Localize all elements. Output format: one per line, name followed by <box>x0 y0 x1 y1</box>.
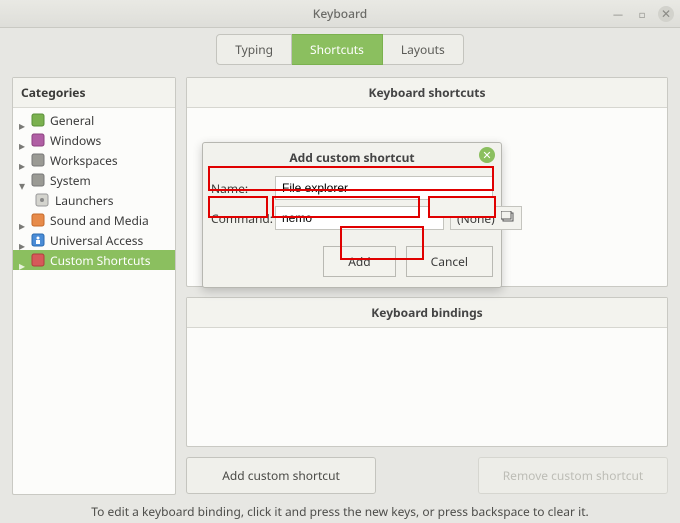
sidebar-item-label: Windows <box>50 132 101 149</box>
add-custom-shortcut-dialog: Add custom shortcut ✕ Name: Command: (No… <box>202 142 502 288</box>
dialog-buttons: Add Cancel <box>203 246 501 287</box>
spacer <box>386 457 468 494</box>
cancel-button[interactable]: Cancel <box>406 246 493 277</box>
window-title: Keyboard <box>313 5 367 22</box>
categories-panel: Categories ▸ General ▸ Windows ▸ <box>12 77 176 495</box>
bindings-list[interactable]: Keyboard bindings <box>186 297 668 447</box>
universal-icon <box>31 233 45 247</box>
sidebar-item-general[interactable]: ▸ General <box>13 110 175 130</box>
sidebar-item-label: Custom Shortcuts <box>50 252 151 269</box>
sidebar-item-label: Launchers <box>55 192 114 209</box>
chevron-right-icon: ▸ <box>19 237 26 244</box>
picker-label: (None) <box>457 210 495 227</box>
remove-custom-shortcut-button[interactable]: Remove custom shortcut <box>478 457 668 494</box>
titlebar: Keyboard — ▫ ✕ <box>0 0 680 28</box>
tab-layouts[interactable]: Layouts <box>383 34 464 65</box>
add-custom-shortcut-button[interactable]: Add custom shortcut <box>186 457 376 494</box>
chevron-right-icon: ▸ <box>19 257 26 264</box>
chevron-right-icon: ▸ <box>19 217 26 224</box>
category-icon <box>31 153 45 167</box>
sidebar-item-workspaces[interactable]: ▸ Workspaces <box>13 150 175 170</box>
sidebar-item-universal[interactable]: ▸ Universal Access <box>13 230 175 250</box>
chevron-right-icon: ▸ <box>19 117 26 124</box>
sidebar-item-label: System <box>50 172 91 189</box>
minimize-icon[interactable]: — <box>610 6 626 22</box>
command-input[interactable] <box>275 206 444 230</box>
close-icon[interactable]: ✕ <box>658 6 674 22</box>
add-button[interactable]: Add <box>323 246 395 277</box>
button-row: Add custom shortcut Remove custom shortc… <box>186 457 668 494</box>
tabstrip: Typing Shortcuts Layouts <box>0 28 680 73</box>
categories-tree: ▸ General ▸ Windows ▸ Workspaces <box>13 108 175 272</box>
category-icon <box>31 133 45 147</box>
sidebar-item-label: Workspaces <box>50 152 118 169</box>
bindings-header: Keyboard bindings <box>187 298 667 328</box>
window-controls: — ▫ ✕ <box>610 6 674 22</box>
dialog-title: Add custom shortcut ✕ <box>203 143 501 172</box>
name-input[interactable] <box>275 176 493 200</box>
dialog-name-row: Name: <box>211 176 493 200</box>
launchers-icon <box>35 193 49 207</box>
dialog-name-label: Name: <box>211 180 269 197</box>
sidebar-item-label: Universal Access <box>50 232 143 249</box>
dialog-close-icon[interactable]: ✕ <box>479 147 495 163</box>
category-icon <box>31 173 45 187</box>
command-picker-button[interactable]: (None) <box>450 206 522 230</box>
folder-icon <box>501 210 515 227</box>
chevron-down-icon: ▾ <box>19 177 26 184</box>
chevron-right-icon: ▸ <box>19 157 26 164</box>
sound-icon <box>31 213 45 227</box>
dialog-title-text: Add custom shortcut <box>289 149 414 166</box>
sidebar-item-label: General <box>50 112 94 129</box>
sidebar-item-label: Sound and Media <box>50 212 149 229</box>
sidebar-item-custom[interactable]: ▸ Custom Shortcuts <box>13 250 175 270</box>
shortcuts-header: Keyboard shortcuts <box>187 78 667 108</box>
sidebar-item-launchers[interactable]: Launchers <box>13 190 175 210</box>
hint-text: To edit a keyboard binding, click it and… <box>0 495 680 520</box>
sidebar-item-sound[interactable]: ▸ Sound and Media <box>13 210 175 230</box>
sidebar-item-windows[interactable]: ▸ Windows <box>13 130 175 150</box>
maximize-icon[interactable]: ▫ <box>634 6 650 22</box>
tab-shortcuts[interactable]: Shortcuts <box>292 34 383 65</box>
chevron-right-icon: ▸ <box>19 137 26 144</box>
categories-header: Categories <box>13 78 175 108</box>
sidebar-item-system[interactable]: ▾ System <box>13 170 175 190</box>
tab-typing[interactable]: Typing <box>216 34 292 65</box>
dialog-command-row: Command: (None) <box>211 206 493 230</box>
dialog-body: Name: Command: (None) <box>203 172 501 246</box>
category-icon <box>31 113 45 127</box>
dialog-command-label: Command: <box>211 210 269 227</box>
custom-icon <box>31 253 45 267</box>
